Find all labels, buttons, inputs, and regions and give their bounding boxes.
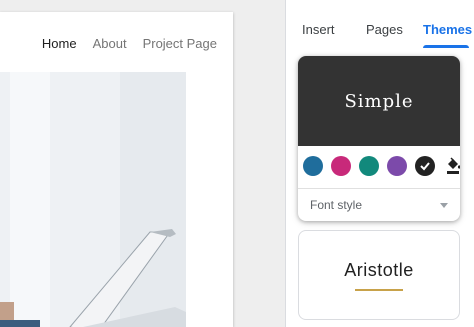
- panel-tabs: Insert Pages Themes: [286, 0, 474, 50]
- font-style-dropdown[interactable]: Font style: [298, 189, 460, 221]
- chevron-down-icon: [440, 202, 448, 208]
- theme-name-aristotle: Aristotle: [344, 259, 414, 280]
- nav-link-project-page[interactable]: Project Page: [143, 36, 217, 51]
- paint-bucket-icon[interactable]: [443, 156, 460, 176]
- swatch-purple[interactable]: [387, 156, 407, 176]
- site-navigation: Home About Project Page: [42, 36, 217, 51]
- site-page-preview[interactable]: Home About Project Page: [0, 12, 233, 327]
- checkmark-icon: [420, 162, 430, 171]
- nav-link-home[interactable]: Home: [42, 36, 77, 51]
- tab-insert[interactable]: Insert: [302, 0, 335, 37]
- theme-card-simple[interactable]: Simple Font style: [298, 56, 460, 221]
- hero-image[interactable]: [0, 72, 186, 327]
- theme-preview-simple[interactable]: Simple: [298, 56, 460, 146]
- swatch-teal[interactable]: [359, 156, 379, 176]
- editor-canvas: Home About Project Page: [0, 0, 283, 327]
- swatch-blue[interactable]: [303, 156, 323, 176]
- theme-card-aristotle[interactable]: Aristotle: [298, 230, 460, 320]
- tab-pages[interactable]: Pages: [366, 0, 403, 37]
- color-swatches: [303, 156, 460, 176]
- nav-link-about[interactable]: About: [93, 36, 127, 51]
- active-tab-indicator: [423, 45, 469, 48]
- theme-accent-rule: [355, 288, 403, 291]
- swatch-black-selected[interactable]: [415, 156, 435, 176]
- swatch-magenta[interactable]: [331, 156, 351, 176]
- laptop-photo-illustration: [0, 72, 186, 327]
- side-panel: Insert Pages Themes Simple Font style Ar…: [285, 0, 474, 327]
- font-style-label: Font style: [310, 198, 363, 212]
- theme-name-simple: Simple: [344, 90, 414, 112]
- tab-themes[interactable]: Themes: [423, 0, 472, 37]
